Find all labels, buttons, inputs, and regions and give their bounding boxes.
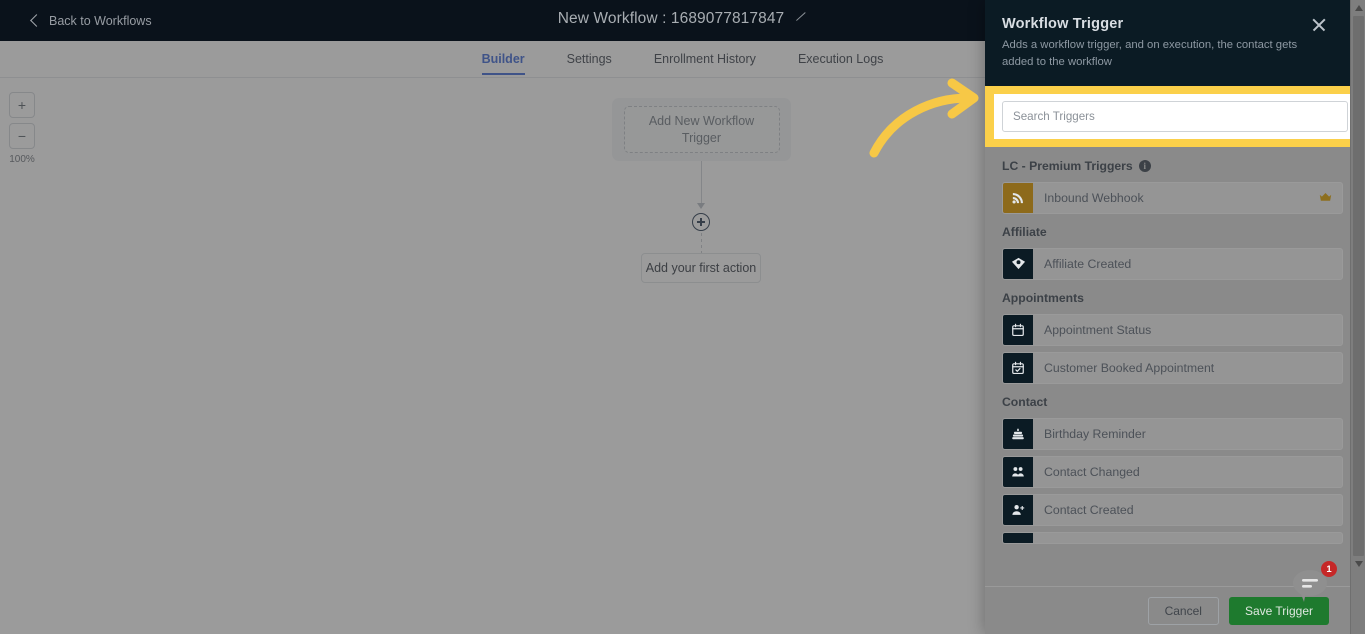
group-label: Contact <box>1002 394 1048 409</box>
group-title-lc-premium-triggers: LC - Premium Triggers i <box>1002 159 1343 173</box>
calendar-icon <box>1003 314 1033 345</box>
caret-up-icon[interactable] <box>1351 0 1365 15</box>
pencil-icon[interactable] <box>794 11 807 24</box>
panel-header: Workflow Trigger Adds a workflow trigger… <box>985 0 1365 86</box>
group-label: Appointments <box>1002 290 1084 305</box>
trigger-item-contact-changed[interactable]: Contact Changed <box>1002 455 1343 488</box>
panel-description: Adds a workflow trigger, and on executio… <box>1002 39 1298 68</box>
add-first-action-button[interactable]: Add your first action <box>641 253 761 283</box>
trigger-item-label: Birthday Reminder <box>1044 426 1146 441</box>
chat-bubble-icon[interactable]: 1 <box>1286 561 1337 612</box>
plus-circle-icon[interactable] <box>692 213 710 231</box>
workflow-title-text: New Workflow : 1689077817847 <box>557 10 785 27</box>
trigger-item-label: Affiliate Created <box>1044 256 1132 271</box>
cancel-button[interactable]: Cancel <box>1147 596 1219 625</box>
tab-builder[interactable]: Builder <box>481 51 525 75</box>
zoom-out-button[interactable]: − <box>9 123 35 149</box>
search-inner-box <box>994 93 1356 139</box>
trigger-card-container: Add New Workflow Trigger <box>612 98 791 161</box>
cake-icon <box>1003 418 1033 449</box>
crown-icon <box>1319 183 1342 213</box>
trigger-item-inbound-webhook[interactable]: Inbound Webhook <box>1002 181 1343 214</box>
zoom-level-label: 100% <box>9 154 35 165</box>
trigger-list[interactable]: LC - Premium Triggers i Inbound Webhook … <box>985 147 1365 586</box>
caret-down-icon[interactable] <box>1351 556 1365 571</box>
zoom-controls: + − 100% <box>9 92 35 165</box>
tab-enrollment-history[interactable]: Enrollment History <box>654 52 756 75</box>
partial-row-icon <box>1003 532 1033 543</box>
tab-execution-logs[interactable]: Execution Logs <box>798 52 883 75</box>
tab-settings[interactable]: Settings <box>567 52 612 75</box>
trigger-item-appointment-status[interactable]: Appointment Status <box>1002 313 1343 346</box>
add-new-workflow-trigger-label: Add New Workflow Trigger <box>648 113 755 145</box>
chat-unread-badge: 1 <box>1321 561 1337 577</box>
scrollbar-thumb[interactable] <box>1353 16 1364 556</box>
tab-builder-label: Builder <box>481 51 525 66</box>
user-plus-icon <box>1003 494 1033 525</box>
rss-webhook-icon <box>1003 182 1033 213</box>
trigger-item-contact-created[interactable]: Contact Created <box>1002 493 1343 526</box>
zoom-in-icon: + <box>17 97 27 113</box>
users-icon <box>1003 456 1033 487</box>
tab-settings-label: Settings <box>566 51 612 66</box>
connector-line <box>701 161 702 208</box>
group-title-affiliate: Affiliate <box>1002 225 1343 239</box>
close-icon[interactable] <box>1311 17 1327 33</box>
group-title-contact: Contact <box>1002 395 1343 409</box>
trigger-item-label: Contact Changed <box>1044 464 1140 479</box>
trigger-item-label: Customer Booked Appointment <box>1044 360 1215 375</box>
group-label: Affiliate <box>1002 224 1047 239</box>
panel-scrollbar[interactable] <box>1350 0 1365 634</box>
add-first-action-label: Add your first action <box>645 261 757 275</box>
trigger-item-label: Inbound Webhook <box>1044 190 1144 205</box>
app-root: Back to Workflows New Workflow : 1689077… <box>0 0 1365 634</box>
trigger-item-label: Appointment Status <box>1044 322 1152 337</box>
partial-row-label <box>1033 533 1342 543</box>
trigger-item-affiliate-created[interactable]: Affiliate Created <box>1002 247 1343 280</box>
gem-icon <box>1003 248 1033 279</box>
group-title-appointments: Appointments <box>1002 291 1343 305</box>
trigger-item-partial[interactable] <box>1002 531 1343 544</box>
trigger-item-label: Contact Created <box>1044 502 1134 517</box>
zoom-out-icon: − <box>17 128 27 144</box>
info-icon[interactable]: i <box>1138 159 1151 172</box>
trigger-item-customer-booked-appointment[interactable]: Customer Booked Appointment <box>1002 351 1343 384</box>
add-new-workflow-trigger-card[interactable]: Add New Workflow Trigger <box>623 106 780 153</box>
search-input[interactable] <box>1002 100 1348 132</box>
connector-arrowhead-icon <box>697 203 705 209</box>
trigger-item-birthday-reminder[interactable]: Birthday Reminder <box>1002 417 1343 450</box>
tab-enrollment-history-label: Enrollment History <box>653 51 756 66</box>
tab-execution-logs-label: Execution Logs <box>797 51 884 66</box>
panel-title: Workflow Trigger <box>1002 16 1124 32</box>
calendar-check-icon <box>1003 352 1033 383</box>
zoom-in-button[interactable]: + <box>9 92 35 118</box>
workflow-trigger-panel: Workflow Trigger Adds a workflow trigger… <box>985 0 1365 634</box>
group-label: LC - Premium Triggers <box>1002 158 1133 173</box>
search-highlight-box <box>985 85 1365 147</box>
